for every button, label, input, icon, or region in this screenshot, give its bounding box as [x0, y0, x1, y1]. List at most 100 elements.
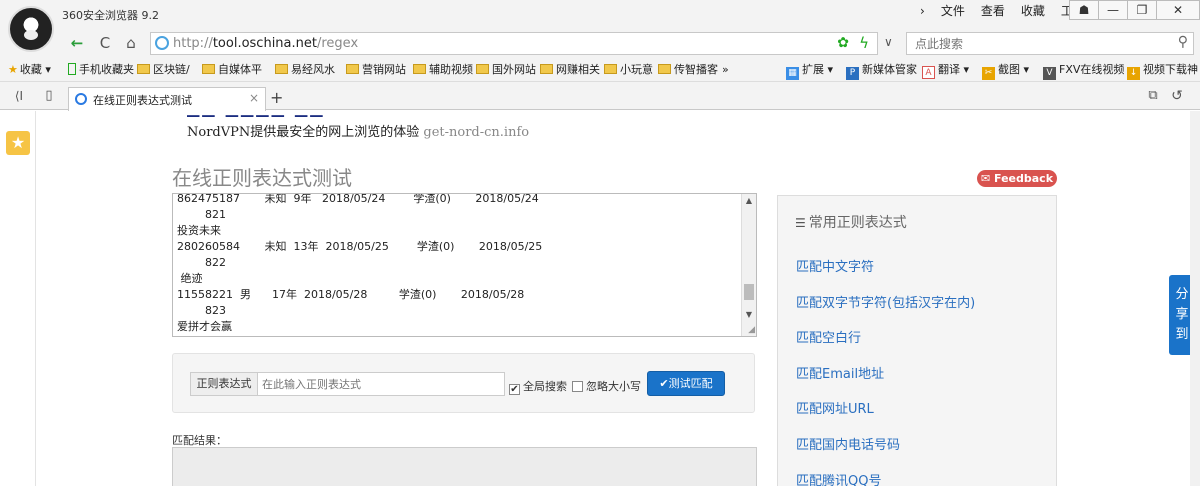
bookmark-favorites[interactable]: ★ 收藏 ▾ [8, 62, 51, 78]
folder-icon [137, 64, 150, 74]
text-line: 821 [177, 208, 226, 221]
extension-media-manager[interactable]: P 新媒体管家 [846, 62, 917, 80]
bookmark-folder[interactable]: 国外网站 [476, 62, 536, 78]
bookmarks-bar: ★ 收藏 ▾ 手机收藏夹 区块链/ 自媒体平 易经风水 营销网站 辅助视频 国外网… [0, 58, 1200, 82]
tab-active[interactable]: 在线正则表达式测试 × [68, 87, 266, 111]
star-icon: ★ [8, 63, 18, 76]
text-line: 280260584 未知 13年 2018/05/25 学渣(0) 2018/0… [177, 240, 543, 253]
title-bar: 360安全浏览器 9.2 › 文件 查看 收藏 工具 帮助 ☗ — ❐ ✕ [0, 0, 1200, 52]
bookmark-folder[interactable]: 营销网站 [346, 62, 406, 78]
search-icon[interactable]: ⚲ [1178, 34, 1188, 50]
scroll-up-icon[interactable]: ▲ [742, 194, 756, 208]
bookmark-folder[interactable]: 小玩意 [604, 62, 653, 78]
new-tab-button[interactable]: + [270, 88, 283, 107]
window-controls: ☗ — ❐ ✕ [1069, 0, 1200, 20]
resize-grip-icon[interactable]: ◢ [748, 325, 755, 335]
chevron-down-icon[interactable]: ∨ [884, 35, 893, 49]
source-text-area[interactable]: 862475187 未知 9年 2018/05/24 学渣(0) 2018/05… [172, 193, 757, 337]
tab-close-icon[interactable]: × [249, 91, 259, 105]
restore-tab-icon[interactable]: ⧉ [1142, 85, 1164, 107]
navigation-bar: ← C ⌂ http://tool.oschina.net/regex ✿ ϟ … [0, 28, 1200, 58]
bookmark-folder[interactable]: 辅助视频 [413, 62, 473, 78]
bookmark-folder[interactable]: 自媒体平 [202, 62, 262, 78]
feedback-button[interactable]: ✉ Feedback [977, 170, 1057, 187]
text-line: 862475187 未知 9年 2018/05/24 学渣(0) 2018/05… [177, 193, 539, 205]
sidebar-toggle-icon[interactable]: ⟨I [8, 85, 30, 107]
favorites-star-icon[interactable]: ★ [6, 131, 30, 155]
more-bookmarks-button[interactable]: » [722, 62, 729, 78]
close-window-button[interactable]: ✕ [1156, 0, 1200, 20]
tab-bar: ⟨I ▯ 在线正则表达式测试 × + ⧉ ↺ [0, 82, 1200, 111]
maximize-button[interactable]: ❐ [1127, 0, 1157, 20]
undo-close-icon[interactable]: ↺ [1166, 85, 1188, 107]
bookmark-folder[interactable]: 网赚相关 [540, 62, 600, 78]
regex-link-qq[interactable]: 匹配腾讯QQ号 [796, 470, 975, 486]
extension-screenshot[interactable]: ✂ 截图 ▾ [982, 62, 1029, 80]
text-line: 投资未来 [177, 224, 221, 237]
minimize-button[interactable]: — [1098, 0, 1128, 20]
regex-link-url[interactable]: 匹配网址URL [796, 398, 975, 434]
regex-link-chinese[interactable]: 匹配中文字符 [796, 256, 975, 292]
page-content: ★ ▂▂ ▂▂▂▂ ▂▂ NordVPN提供最安全的网上浏览的体验 get-no… [0, 111, 1200, 486]
address-bar[interactable]: http://tool.oschina.net/regex ✿ ϟ [150, 32, 878, 55]
browser-logo [8, 6, 54, 52]
menu-file[interactable]: 文件 [933, 3, 973, 19]
refresh-button[interactable]: C [94, 32, 116, 54]
regex-link-email[interactable]: 匹配Email地址 [796, 363, 975, 399]
search-box[interactable]: ⚲ [906, 32, 1194, 55]
text-line: 绝迹 [177, 272, 203, 285]
folder-icon [540, 64, 553, 74]
common-regex-panel: ☰ 常用正则表达式 匹配中文字符 匹配双字节字符(包括汉字在内) 匹配空白行 匹配… [777, 195, 1057, 486]
folder-icon [346, 64, 359, 74]
scroll-thumb[interactable] [744, 284, 754, 300]
folder-icon [658, 64, 671, 74]
bookmark-folder[interactable]: 区块链/ [137, 62, 190, 78]
search-input[interactable] [907, 33, 1167, 54]
security-icon[interactable]: ✿ [837, 35, 849, 51]
ad-banner-fragment: ▂▂ ▂▂▂▂ ▂▂ [187, 111, 427, 117]
ignore-case-checkbox[interactable]: 忽略大小写 [572, 378, 641, 394]
browser-sidebar: ★ [0, 111, 36, 486]
regex-input-wrap [257, 372, 505, 396]
tab-title: 在线正则表达式测试 [93, 94, 192, 107]
regex-link-blank-line[interactable]: 匹配空白行 [796, 327, 975, 363]
textarea-scrollbar[interactable]: ▲ ▼ [741, 194, 756, 336]
panel-heading: ☰ 常用正则表达式 [795, 215, 907, 231]
page-list-icon[interactable]: ▯ [38, 85, 60, 107]
result-area[interactable] [172, 447, 757, 486]
p-icon: P [846, 67, 859, 80]
scroll-down-icon[interactable]: ▼ [742, 308, 756, 322]
test-match-button[interactable]: ✔测试匹配 [647, 371, 725, 396]
regex-label: 正则表达式 [190, 372, 258, 396]
global-search-checkbox[interactable]: ✔ 全局搜索 [509, 378, 567, 395]
text-line: 822 [177, 256, 226, 269]
download-icon: ↓ [1127, 67, 1140, 80]
menu-view[interactable]: 查看 [973, 3, 1013, 19]
back-button[interactable]: ← [66, 32, 88, 54]
speed-mode-icon[interactable]: ϟ [859, 34, 869, 52]
scissors-icon: ✂ [982, 67, 995, 80]
page-scrollbar[interactable] [1190, 111, 1200, 486]
page-title: 在线正则表达式测试 [172, 166, 352, 190]
bookmark-folder[interactable]: 传智播客 [658, 62, 718, 78]
extension-video-download[interactable]: ↓ 视频下载神 [1127, 62, 1198, 80]
folder-icon [202, 64, 215, 74]
extension-translate[interactable]: A 翻译 ▾ [922, 62, 969, 79]
folder-icon [604, 64, 617, 74]
bookmark-mobile[interactable]: 手机收藏夹 [68, 62, 134, 78]
common-regex-list: 匹配中文字符 匹配双字节字符(包括汉字在内) 匹配空白行 匹配Email地址 匹… [796, 256, 975, 486]
extension-fxv[interactable]: V FXV在线视频 [1043, 62, 1124, 80]
regex-link-phone[interactable]: 匹配国内电话号码 [796, 434, 975, 470]
home-button[interactable]: ⌂ [120, 32, 142, 54]
checkbox-empty-icon [572, 381, 583, 392]
tab-favicon-icon [75, 93, 87, 105]
ad-text[interactable]: NordVPN提供最安全的网上浏览的体验 get-nord-cn.info [187, 121, 529, 140]
regex-link-double-byte[interactable]: 匹配双字节字符(包括汉字在内) [796, 292, 975, 328]
menu-arrow-icon[interactable]: › [912, 3, 933, 19]
extension-expand[interactable]: ▦ 扩展 ▾ [786, 62, 833, 80]
menu-favorites[interactable]: 收藏 [1013, 3, 1053, 19]
skin-button[interactable]: ☗ [1069, 0, 1099, 20]
regex-input[interactable] [258, 373, 498, 395]
folder-icon [275, 64, 288, 74]
bookmark-folder[interactable]: 易经风水 [275, 62, 335, 78]
